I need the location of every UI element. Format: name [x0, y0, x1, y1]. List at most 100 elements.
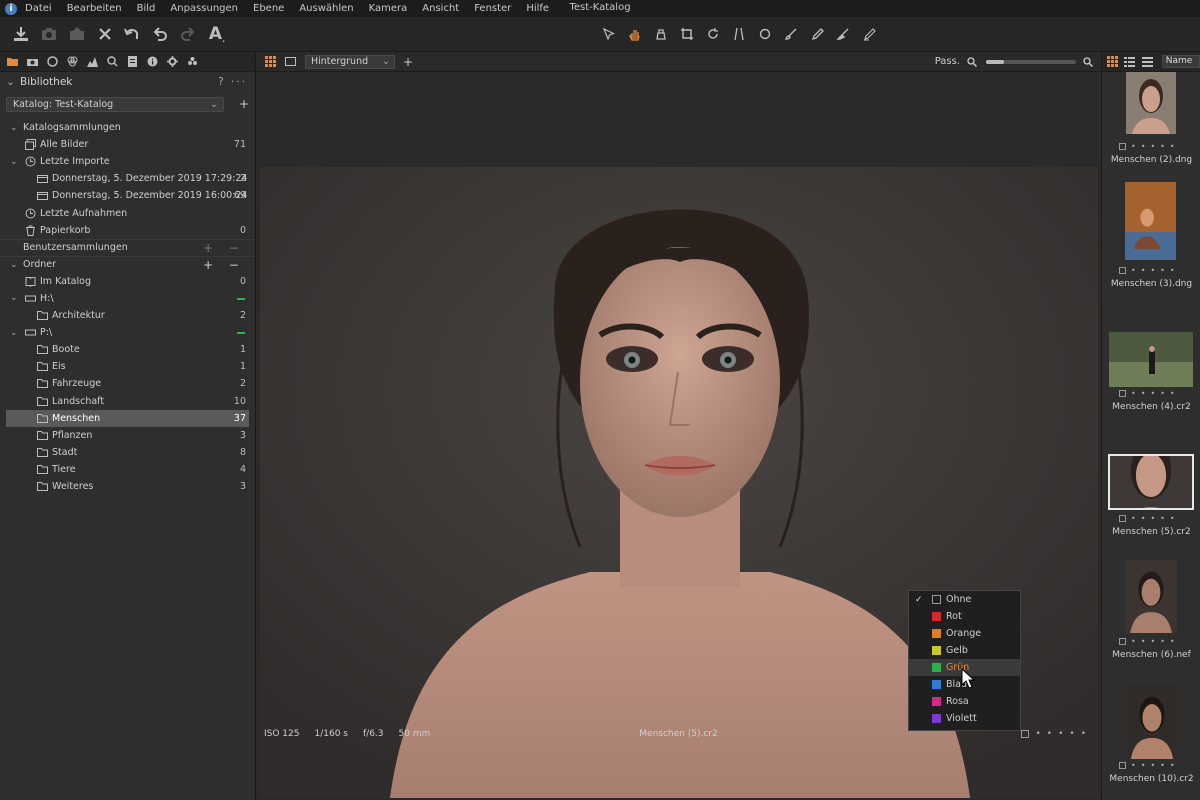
tree-row[interactable]: Letzte Aufnahmen	[0, 204, 255, 221]
tree-row[interactable]: ⌄ H:\	[0, 290, 255, 307]
tree-row[interactable]: Boote 1	[0, 341, 255, 358]
browser-grid-icon[interactable]	[1106, 55, 1119, 69]
zoom-slider[interactable]	[986, 59, 1076, 64]
menu-fenster[interactable]: Fenster	[474, 3, 511, 14]
erase-icon[interactable]	[830, 23, 856, 45]
lens-tab-icon[interactable]	[44, 54, 60, 70]
zoom-out-icon[interactable]	[966, 56, 978, 68]
color-tag-item[interactable]: Orange	[909, 625, 1020, 642]
library-tab-icon[interactable]	[4, 54, 20, 70]
thumbnail-item[interactable]: ••••• Menschen (2).dng	[1102, 72, 1200, 169]
zoom-fit-label[interactable]: Pass.	[935, 56, 960, 67]
camera-icon[interactable]	[39, 24, 59, 44]
pan-icon[interactable]	[622, 23, 648, 45]
tree-row[interactable]: Pflanzen 3	[0, 427, 255, 444]
rating-stars[interactable]: •••••	[1035, 729, 1092, 739]
import-icon[interactable]	[11, 24, 31, 44]
delete-icon[interactable]	[95, 24, 115, 44]
tree-row[interactable]: ⌄ Katalogsammlungen	[0, 119, 255, 136]
color-tag-checkbox[interactable]	[1119, 390, 1126, 397]
menu-hilfe[interactable]: Hilfe	[526, 3, 549, 14]
thumbnail-item[interactable]: ••••• Menschen (4).cr2	[1102, 327, 1200, 416]
color-tag-item[interactable]: ✓ Ohne	[909, 591, 1020, 608]
thumbnail-item[interactable]: ••••• Menschen (10).cr2	[1102, 682, 1200, 788]
single-view-icon[interactable]	[283, 55, 297, 69]
color-tag-item[interactable]: Rot	[909, 608, 1020, 625]
browser-list-icon[interactable]	[1123, 55, 1136, 69]
menu-auswaehlen[interactable]: Auswählen	[299, 3, 353, 14]
batch-tab-icon[interactable]	[184, 54, 200, 70]
app-logo-icon[interactable]: i	[5, 2, 17, 15]
zoom-in-icon[interactable]	[1082, 56, 1094, 68]
details-tab-icon[interactable]	[104, 54, 120, 70]
add-layer-button[interactable]: +	[403, 55, 413, 69]
rating-stars[interactable]: •••••	[1131, 761, 1180, 770]
tree-row[interactable]: Architektur 2	[0, 307, 255, 324]
menu-ebene[interactable]: Ebene	[253, 3, 284, 14]
tree-row[interactable]: ⌄ Letzte Importe	[0, 153, 255, 170]
color-tag-checkbox[interactable]	[1119, 267, 1126, 274]
tree-row[interactable]: ⌄ Ordner + −	[0, 255, 255, 273]
menu-bild[interactable]: Bild	[137, 3, 156, 14]
tree-row[interactable]: Tiere 4	[0, 461, 255, 478]
tree-row[interactable]: Alle Bilder 71	[0, 136, 255, 153]
rating-stars[interactable]: •••••	[1131, 637, 1180, 646]
layer-select[interactable]: Hintergrund ⌄	[305, 54, 395, 69]
color-tag-checkbox[interactable]	[1119, 143, 1126, 150]
menu-kamera[interactable]: Kamera	[369, 3, 408, 14]
grid-view-icon[interactable]	[263, 55, 277, 69]
color-tag-checkbox[interactable]	[1119, 762, 1126, 769]
color-tag-checkbox[interactable]	[1021, 730, 1030, 738]
gradient-icon[interactable]	[856, 23, 882, 45]
chevron-down-icon[interactable]: ⌄	[10, 293, 20, 303]
tree-row[interactable]: ⌄ P:\	[0, 324, 255, 341]
thumbnail-item[interactable]: ••••• Menschen (6).nef	[1102, 557, 1200, 664]
output-tab-icon[interactable]	[164, 54, 180, 70]
undo-icon[interactable]	[150, 24, 170, 44]
rating-stars[interactable]: •••••	[1131, 389, 1180, 398]
color-tag-item[interactable]: Gelb	[909, 642, 1020, 659]
menu-bearbeiten[interactable]: Bearbeiten	[67, 3, 122, 14]
thumbnail-item[interactable]: ••••• Menschen (3).dng	[1102, 182, 1200, 293]
color-tag-item[interactable]: Rosa	[909, 693, 1020, 710]
color-tag-checkbox[interactable]	[1119, 515, 1126, 522]
menu-datei[interactable]: Datei	[25, 3, 52, 14]
tree-row[interactable]: Eis 1	[0, 358, 255, 375]
collapse-chevron-icon[interactable]: ⌄	[6, 76, 16, 88]
tree-row[interactable]: Landschaft 10	[0, 393, 255, 410]
redo-icon[interactable]	[178, 24, 198, 44]
color-tag-item[interactable]: Violett	[909, 710, 1020, 727]
add-remove-buttons[interactable]: + −	[203, 241, 245, 255]
tree-row[interactable]: Stadt 8	[0, 444, 255, 461]
chevron-down-icon[interactable]: ⌄	[10, 260, 20, 270]
sort-select[interactable]: Name	[1161, 55, 1200, 68]
crop-icon[interactable]	[674, 23, 700, 45]
rating-stars[interactable]: •••••	[1131, 514, 1180, 523]
draw-mask-icon[interactable]	[804, 23, 830, 45]
menu-ansicht[interactable]: Ansicht	[422, 3, 459, 14]
export-icon[interactable]	[67, 24, 87, 44]
adjustments-tab-icon[interactable]	[124, 54, 140, 70]
rating-stars[interactable]: •••••	[1131, 266, 1180, 275]
metadata-tab-icon[interactable]	[144, 54, 160, 70]
menu-anpassungen[interactable]: Anpassungen	[170, 3, 238, 14]
chevron-down-icon[interactable]: ⌄	[10, 157, 20, 167]
loupe-icon[interactable]	[648, 23, 674, 45]
brush-icon[interactable]	[778, 23, 804, 45]
rotate-icon[interactable]	[700, 23, 726, 45]
tree-row[interactable]: Fahrzeuge 2	[0, 375, 255, 392]
add-remove-buttons[interactable]: + −	[203, 258, 245, 272]
tree-row[interactable]: Benutzersammlungen + −	[0, 238, 255, 256]
undo-all-icon[interactable]	[122, 24, 142, 44]
thumbnail-item[interactable]: ••••• Menschen (5).cr2	[1102, 452, 1200, 541]
help-button[interactable]: ?	[218, 76, 226, 88]
text-icon[interactable]: A.	[207, 24, 227, 44]
catalog-add-button[interactable]: +	[239, 97, 249, 111]
capture-tab-icon[interactable]	[24, 54, 40, 70]
catalog-select[interactable]: Katalog: Test-Katalog ⌄	[6, 96, 224, 112]
browser-filmstrip-icon[interactable]	[1141, 55, 1154, 69]
exposure-tab-icon[interactable]	[84, 54, 100, 70]
chevron-down-icon[interactable]: ⌄	[10, 328, 20, 338]
color-tag-checkbox[interactable]	[1119, 638, 1126, 645]
more-button[interactable]: ···	[231, 76, 247, 88]
